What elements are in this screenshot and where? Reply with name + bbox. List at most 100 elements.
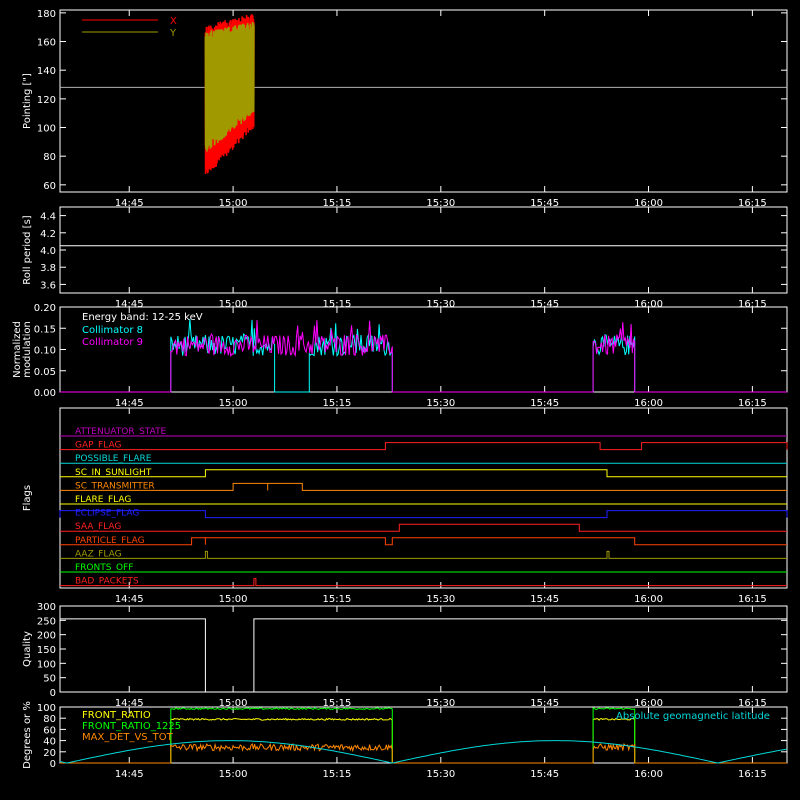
x-tick-label: 15:30	[426, 769, 455, 780]
flag-line-AAZ_FLAG	[60, 550, 787, 559]
y-axis-label-2: Normalized modulation	[12, 321, 33, 378]
y-tick-label: 0.15	[34, 324, 56, 335]
flag-line-PARTICLE_FLAG	[60, 537, 787, 546]
flag-label-PARTICLE_FLAG: PARTICLE_FLAG	[75, 536, 145, 546]
y-tick-label: 40	[43, 737, 56, 748]
x-tick-label: 15:45	[530, 594, 559, 605]
y-tick-label: 3.8	[40, 263, 56, 274]
y-tick-label: 150	[37, 645, 56, 656]
x-tick-label: 15:00	[219, 594, 248, 605]
y-tick-label: 180	[37, 9, 56, 20]
y-tick-label: 3.6	[40, 280, 56, 291]
y-tick-label: 140	[37, 66, 56, 77]
x-tick-label: 15:30	[426, 594, 455, 605]
x-tick-label: 16:00	[634, 594, 663, 605]
x-tick-label: 15:15	[323, 769, 352, 780]
x-tick-label: 15:45	[530, 398, 559, 409]
y-tick-label: 250	[37, 616, 56, 627]
x-tick-label: 15:15	[323, 398, 352, 409]
flag-label-ATTENUATOR_STATE: ATTENUATOR_STATE	[75, 427, 167, 437]
legend-label-FRONT_RATIO: FRONT_RATIO	[82, 710, 151, 721]
flag-label-SAA_FLAG: SAA_FLAG	[75, 522, 121, 532]
flag-label-GAP_FLAG: GAP_FLAG	[75, 441, 121, 451]
y-tick-label: 160	[37, 38, 56, 49]
y-axis-label-4: Quality	[22, 631, 33, 667]
legend-label-Collimator-9: Collimator 9	[82, 337, 143, 348]
y-axis-label-3: Flags	[22, 485, 33, 511]
y-tick-label: 4.4	[40, 212, 56, 223]
y-axis-label: Degrees or %	[22, 701, 33, 769]
y-tick-label: 0.00	[34, 388, 56, 399]
x-tick-label: 16:15	[738, 769, 767, 780]
chart-canvas: 14:45 15:00 15:15 15:30 15:45 16:00 16:15 Point…	[0, 0, 800, 800]
x-tick-label: 14:45	[115, 769, 144, 780]
flag-label-POSSIBLE_FLARE: POSSIBLE_FLARE	[75, 454, 152, 464]
flag-label-FLARE_FLAG: FLARE_FLAG	[75, 495, 131, 505]
legend-label-Collimator-8: Collimator 8	[82, 325, 143, 336]
x-tick-label: 15:00	[219, 769, 248, 780]
x-tick-label: 16:15	[738, 594, 767, 605]
x-tick-label: 15:30	[426, 398, 455, 409]
y-tick-label: 4.0	[40, 246, 56, 257]
flag-line-BAD_PACKETS	[60, 578, 787, 587]
y-tick-label: 0.10	[34, 346, 56, 357]
series-line-quality	[60, 618, 787, 693]
y-tick-label: 60	[43, 181, 56, 192]
y-tick-label: 60	[43, 725, 56, 736]
y-tick-label: 300	[37, 602, 56, 613]
x-tick-label: 16:00	[634, 398, 663, 409]
series-line-Collimator-9	[60, 320, 787, 393]
y-axis-label: Quality	[22, 631, 33, 667]
y-axis-label: Pointing ["]	[22, 73, 33, 129]
geomagnetic-latitude-annotation: Absolute geomagnetic latitude	[616, 711, 770, 722]
flag-label-SC_TRANSMITTER: SC_TRANSMITTER	[75, 481, 155, 491]
flag-line-SC_IN_SUNLIGHT	[60, 469, 787, 478]
y-tick-label: 50	[43, 674, 56, 685]
x-tick-label: 15:00	[219, 398, 248, 409]
y-tick-label: 120	[37, 95, 56, 106]
y-tick-label: 0.05	[34, 367, 56, 378]
y-axis-label: Flags	[22, 485, 33, 511]
flag-label-BAD_PACKETS: BAD_PACKETS	[75, 577, 139, 587]
y-axis-label-line: modulation	[22, 321, 33, 378]
flag-label-SC_IN_SUNLIGHT: SC_IN_SUNLIGHT	[75, 468, 152, 478]
y-tick-label: 0.20	[34, 303, 56, 314]
y-tick-label: 20	[43, 748, 56, 759]
y-axis-label-5: Degrees or %	[22, 701, 33, 769]
flag-line-SAA_FLAG	[60, 523, 787, 532]
flag-label-FRONTS_OFF: FRONTS_OFF	[75, 563, 133, 573]
panel-frame-1	[59, 206, 788, 294]
y-axis-label-0: Pointing ["]	[22, 73, 33, 129]
x-tick-label: 15:15	[323, 594, 352, 605]
series-line-geomagnetic-latitude	[59, 740, 788, 764]
legend-label-Y: Y	[169, 28, 177, 39]
x-tick-label: 16:00	[634, 769, 663, 780]
y-tick-label: 80	[43, 152, 56, 163]
series-line-Collimator-8	[60, 319, 787, 393]
x-tick-label: 15:45	[530, 769, 559, 780]
y-tick-label: 0	[50, 688, 56, 699]
flag-line-GAP_FLAG	[60, 442, 788, 451]
flag-label-ECLIPSE_FLAG: ECLIPSE_FLAG	[75, 509, 139, 519]
legend-label-FRONT_RATIO_1225: FRONT_RATIO_1225	[82, 721, 181, 732]
y-tick-label: 0	[50, 759, 56, 770]
y-tick-label: 200	[37, 631, 56, 642]
legend-label-MAX_DET_VS_TOT: MAX_DET_VS_TOT	[82, 732, 174, 743]
flag-line-ECLIPSE_FLAG	[59, 510, 788, 519]
flag-label-AAZ_FLAG: AAZ_FLAG	[75, 549, 122, 559]
flag-line-SC_TRANSMITTER	[60, 482, 787, 491]
series-line-MAX_DET_VS_TOT	[60, 742, 787, 764]
y-tick-label: 4.2	[40, 229, 56, 240]
x-tick-label: 16:15	[738, 398, 767, 409]
y-axis-label: Roll period [s]	[22, 215, 33, 284]
energy-band-annotation: Energy band: 12-25 keV	[82, 312, 203, 323]
y-tick-label: 100	[37, 703, 56, 714]
summary-plot: 14:45 15:00 15:15 15:30 15:45 16:00 16:15 Point…	[12, 9, 788, 780]
y-tick-label: 100	[37, 659, 56, 670]
x-tick-label: 14:45	[115, 594, 144, 605]
x-tick-label: 14:45	[115, 398, 144, 409]
legend-label-X: X	[170, 16, 177, 27]
y-tick-label: 100	[37, 124, 56, 135]
y-tick-label: 80	[43, 714, 56, 725]
panel-frame-3	[59, 407, 788, 589]
